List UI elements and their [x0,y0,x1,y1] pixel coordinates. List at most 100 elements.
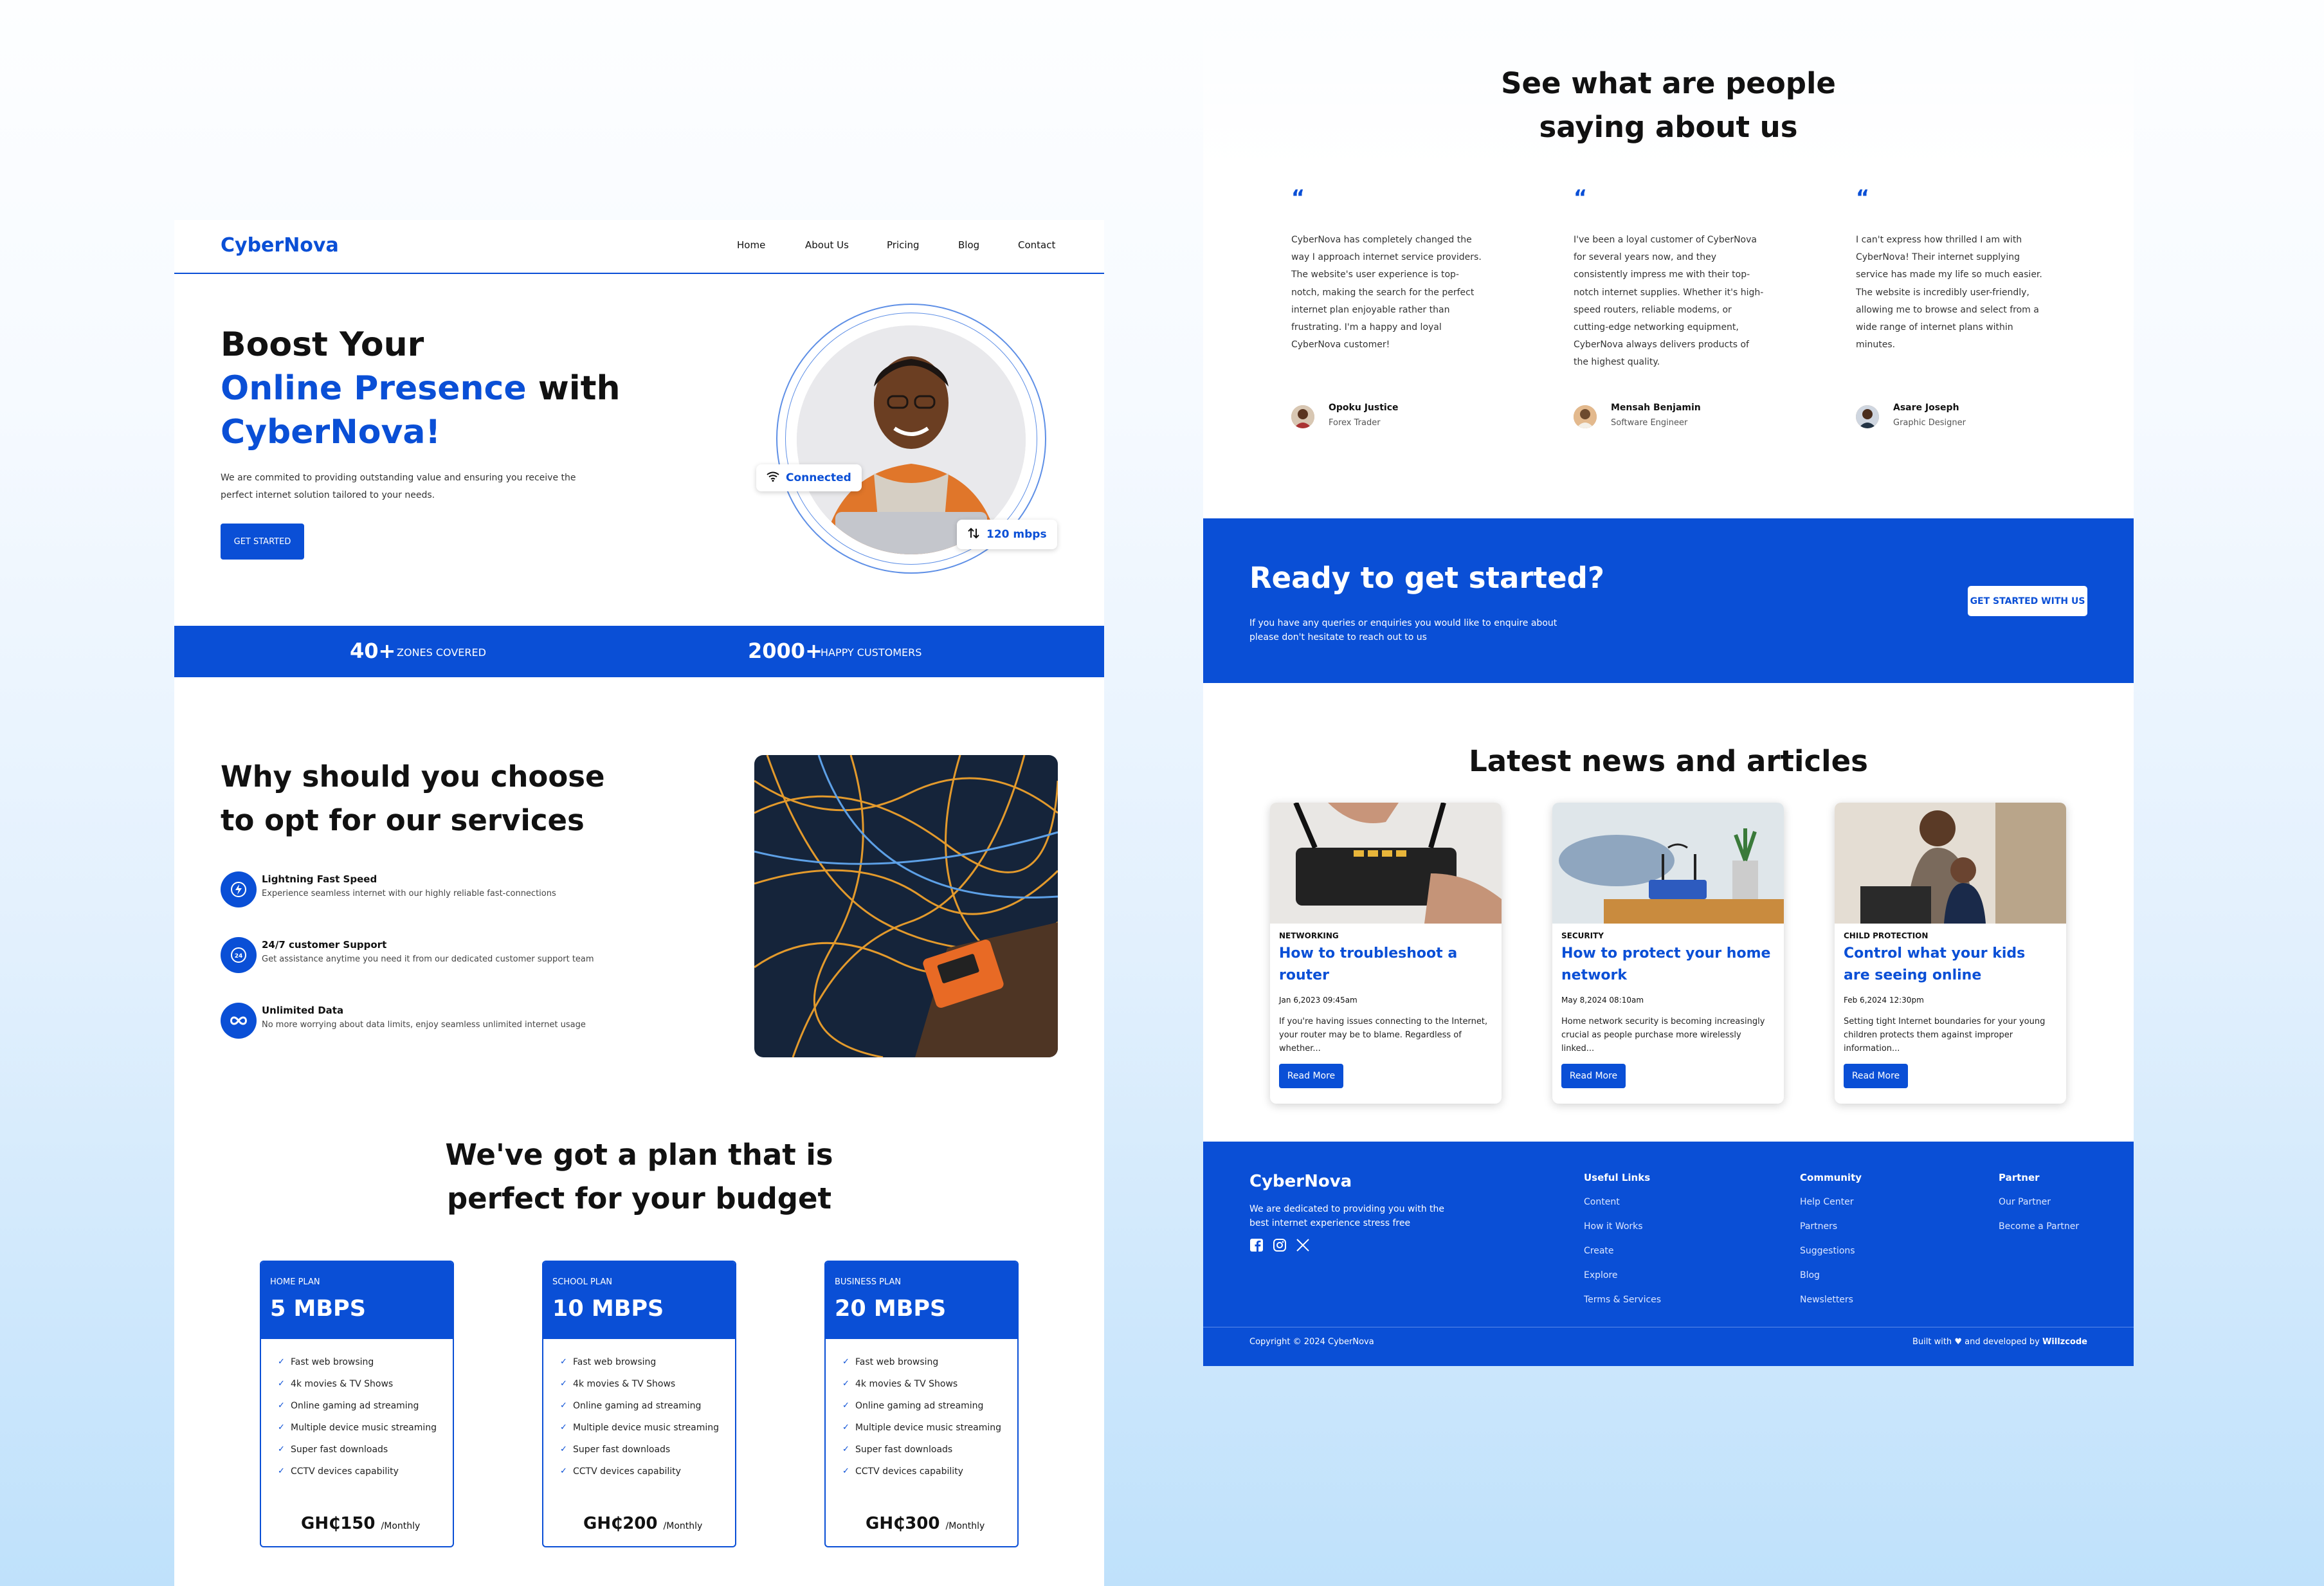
plans-title: We've got a plan that is perfect for you… [445,1138,833,1216]
footer-link[interactable]: How it Works [1584,1221,1643,1232]
logo[interactable]: CyberNova [221,234,339,257]
plan-feature: Fast web browsing [278,1354,439,1370]
plan-card-school: SCHOOL PLAN 10 MBPS Fast web browsing 4k… [542,1261,736,1547]
feature-title: 24/7 customer Support [262,939,387,951]
plan-feature: Online gaming ad streaming [278,1398,439,1414]
svg-text:24: 24 [235,953,243,960]
plan-feature: Super fast downloads [278,1442,439,1457]
nav-blog[interactable]: Blog [958,239,979,251]
heart-icon: ♥ [1954,1337,1962,1347]
read-more-button[interactable]: Read More [1561,1064,1626,1088]
news-card[interactable]: NETWORKING How to troubleshoot a router … [1270,803,1502,1104]
instagram-icon[interactable] [1273,1238,1287,1255]
feature-desc: Experience seamless internet with our hi… [262,889,556,898]
footer-link[interactable]: Terms & Services [1584,1295,1661,1305]
avatar [1856,405,1879,428]
router-photo [1270,803,1502,924]
footer-logo[interactable]: CyberNova [1249,1172,1352,1191]
cta-title: Ready to get started? [1249,561,1604,595]
get-started-button[interactable]: GET STARTED [221,524,304,560]
quote-icon: “ [1291,185,1305,210]
plan-features: Fast web browsing 4k movies & TV Shows O… [543,1339,735,1479]
testimonial-text: I can't express how thrilled I am with C… [1856,235,2042,351]
testimonial-text: I've been a loyal customer of CyberNova … [1574,235,1764,368]
plan-price: GH₵150 /Monthly [301,1514,421,1533]
news-card[interactable]: CHILD PROTECTION Control what your kids … [1835,803,2066,1104]
stats-bar: 40+ ZONES COVERED 2000+ HAPPY CUSTOMERS [174,626,1104,677]
footer-link[interactable]: Suggestions [1800,1246,1855,1256]
plan-name: SCHOOL PLAN [552,1277,612,1287]
testimonial-text: CyberNova has completely changed the way… [1291,235,1482,351]
footer-heading: Community [1800,1172,1862,1183]
footer-link[interactable]: Explore [1584,1270,1618,1281]
navbar: CyberNova Home About Us Pricing Blog Con… [174,220,1104,274]
landing-page-bottom: See what are people saying about us “ Cy… [1203,0,2134,1366]
hero-title: Boost Your Online Presence with CyberNov… [221,325,621,451]
plan-feature: Super fast downloads [560,1442,721,1457]
why-title: Why should you choose to opt for our ser… [221,760,605,837]
news-excerpt: Home network security is becoming increa… [1561,1017,1765,1053]
plan-feature: CCTV devices capability [842,1464,1003,1479]
plan-card-business: BUSINESS PLAN 20 MBPS Fast web browsing … [824,1261,1019,1547]
plan-card-home: HOME PLAN 5 MBPS Fast web browsing 4k mo… [260,1261,454,1547]
home-router-photo [1552,803,1784,924]
nav-home[interactable]: Home [737,239,765,251]
stat-customers-label: HAPPY CUSTOMERS [821,646,922,659]
news-excerpt: Setting tight Internet boundaries for yo… [1844,1017,2046,1053]
facebook-icon[interactable] [1249,1238,1264,1255]
footer-link[interactable]: Partners [1800,1221,1837,1232]
plan-feature: Online gaming ad streaming [842,1398,1003,1414]
feature-desc: No more worrying about data limits, enjo… [262,1020,586,1030]
read-more-button[interactable]: Read More [1279,1064,1343,1088]
plan-name: HOME PLAN [270,1277,320,1287]
network-cables-photo [754,755,1058,1057]
news-date: Feb 6,2024 12:30pm [1844,996,1924,1005]
plan-feature: 4k movies & TV Shows [842,1376,1003,1392]
cta-text: If you have any queries or enquiries you… [1249,618,1557,643]
nav-pricing[interactable]: Pricing [887,239,920,251]
plan-feature: CCTV devices capability [278,1464,439,1479]
news-headline[interactable]: How to protect your home network [1561,943,1774,987]
news-excerpt: If you're having issues connecting to th… [1279,1017,1488,1053]
footer-link[interactable]: Create [1584,1246,1614,1256]
footer-link[interactable]: Newsletters [1800,1295,1853,1305]
plan-feature: Online gaming ad streaming [560,1398,721,1414]
footer-link[interactable]: Help Center [1800,1197,1854,1207]
connected-badge: Connected [756,464,862,491]
plan-feature: Fast web browsing [842,1354,1003,1370]
nav-contact[interactable]: Contact [1018,239,1055,251]
footer-heading: Partner [1999,1172,2040,1183]
infinity-icon [221,1003,257,1039]
plan-speed: 10 MBPS [552,1296,664,1322]
quote-icon: “ [1856,185,1870,210]
plan-speed: 5 MBPS [270,1296,366,1322]
news-date: Jan 6,2023 09:45am [1279,996,1357,1005]
footer-link[interactable]: Become a Partner [1999,1221,2079,1232]
copyright: Copyright © 2024 CyberNova [1249,1337,1374,1347]
footer-link[interactable]: Blog [1800,1270,1820,1281]
nav-about-us[interactable]: About Us [805,239,849,251]
feature-title: Lightning Fast Speed [262,873,377,885]
news-headline[interactable]: How to troubleshoot a router [1279,943,1491,987]
testimonial-role: Software Engineer [1611,418,1688,428]
wifi-icon [767,471,779,485]
plan-feature: Fast web browsing [560,1354,721,1370]
footer-link[interactable]: Content [1584,1197,1620,1207]
avatar [1291,405,1314,428]
news-headline[interactable]: Control what your kids are seeing online [1844,943,2056,987]
news-title: Latest news and articles [1469,744,1868,778]
read-more-button[interactable]: Read More [1844,1064,1908,1088]
testimonial-name: Asare Joseph [1893,403,1959,413]
x-twitter-icon[interactable] [1296,1238,1310,1255]
get-started-with-us-button[interactable]: GET STARTED WITH US [1968,586,2087,616]
footer-tagline: We are dedicated to providing you with t… [1249,1204,1445,1228]
avatar [1574,405,1597,428]
news-card[interactable]: SECURITY How to protect your home networ… [1552,803,1784,1104]
stat-customers-number: 2000+ [748,639,822,663]
plan-feature: 4k movies & TV Shows [278,1376,439,1392]
quote-icon: “ [1574,185,1588,210]
plan-price: GH₵200 /Monthly [583,1514,703,1533]
footer-link[interactable]: Our Partner [1999,1197,2051,1207]
testimonials-title: See what are people saying about us [1501,66,1836,144]
testimonial-role: Forex Trader [1329,418,1381,428]
